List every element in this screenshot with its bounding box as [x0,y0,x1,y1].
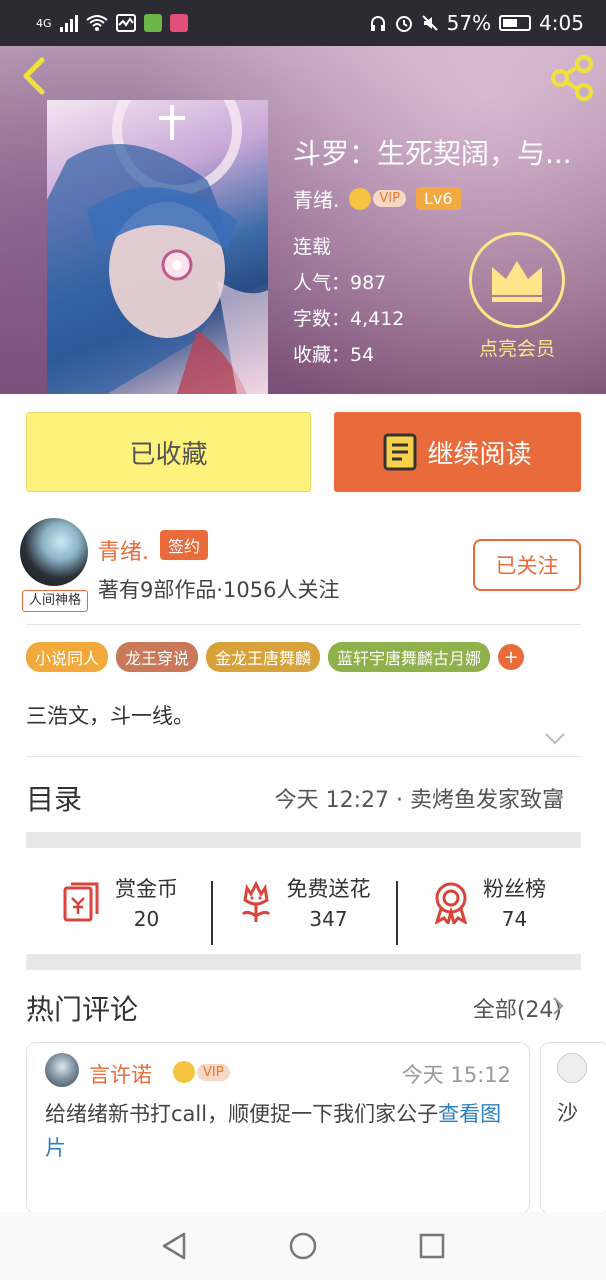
add-tag-button[interactable]: + [498,644,525,670]
tag-list: 小说同人 龙王穿说 金龙王唐舞麟 蓝轩宇唐舞麟古月娜 + [26,642,525,672]
tag-item[interactable]: 金龙王唐舞麟 [206,642,321,672]
app-notification-icon [169,14,188,32]
battery-icon [499,15,532,31]
app-notification-icon [143,14,162,32]
tag-item[interactable]: 龙王穿说 [116,642,199,672]
level-badge: Lv6 [415,187,461,210]
tag-item[interactable]: 蓝轩宇唐舞麟古月娜 [328,642,491,672]
battery-percent: 57% [446,11,492,35]
book-title: 斗罗：生死契阔，与... [293,137,572,170]
send-flower-button[interactable]: 免费送花 347 [211,873,396,945]
recents-nav-icon[interactable] [418,1232,446,1260]
divider [26,624,581,625]
signed-tag: 签约 [160,530,209,560]
toc-latest-chapter[interactable]: 今天 12:27 · 卖烤鱼发家致富 [275,782,564,814]
system-nav-bar [0,1212,606,1280]
toc-label[interactable]: 目录 [26,778,82,818]
author-stats: 著有9部作品·1056人关注 [98,578,340,602]
fan-ranking-button[interactable]: 粉丝榜 74 [396,873,581,945]
chevron-right-icon[interactable] [552,787,564,807]
reader-actions: 赏金币 20 免费送花 347 粉丝榜 74 [26,852,581,952]
red-envelope-icon [63,882,99,922]
divider [26,756,581,757]
author-title-badge: 人间神格 [22,590,88,612]
headphone-icon [370,16,385,31]
book-detail-panel: 已收藏 继续阅读 人间神格 青绪. 签约 著有9部作品·1056人关注 已关注 … [0,394,606,1214]
back-nav-icon[interactable] [160,1231,188,1261]
stat-name: 免费送花 [286,877,371,901]
stat-value: 20 [133,907,160,931]
book-cover[interactable] [47,100,268,394]
book-author-line: 青绪. VIP Lv6 [293,184,461,213]
tag-item[interactable]: 小说同人 [26,642,109,672]
chevron-right-icon[interactable] [552,996,564,1016]
stat-name: 粉丝榜 [483,877,546,901]
stat-value: 347 [309,907,348,931]
commenter-name[interactable]: 言许诺 [89,1059,152,1089]
author-avatar[interactable] [20,518,88,586]
continue-reading-label: 继续阅读 [427,439,532,470]
hot-comments-title: 热门评论 [26,993,139,1026]
clock: 4:05 [539,11,584,35]
follow-button[interactable]: 已关注 [473,539,581,591]
member-button[interactable]: 点亮会员 [462,232,572,361]
comment-time: 今天 15:12 [401,1063,511,1087]
author-name[interactable]: 青绪. [98,534,149,566]
book-favorites: 收藏：54 [293,344,375,366]
stat-value: 74 [501,907,528,931]
comment-text: 沙 [557,1101,578,1125]
alarm-icon [395,16,412,32]
reward-coins-button[interactable]: 赏金币 20 [26,873,211,931]
back-icon[interactable] [16,54,56,98]
book-author[interactable]: 青绪. [293,184,339,213]
activity-icon [115,14,136,32]
vip-badge: VIP [349,187,406,210]
crown-icon [349,187,372,210]
comment-card[interactable]: 言许诺 VIP 今天 15:12 给绪绪新书打call，顺便捉一下我们家公子查看… [26,1042,530,1214]
commenter-avatar[interactable] [557,1053,587,1083]
wifi-icon [85,15,108,31]
comment-card[interactable]: 沙 [540,1042,606,1214]
book-header: 斗罗：生死契阔，与... 青绪. VIP Lv6 连载 人气：987 字数：4,… [0,46,606,394]
medal-icon [434,882,468,924]
mute-icon [421,15,438,31]
vip-badge: VIP [173,1061,230,1083]
crown-icon [173,1061,195,1083]
book-word-count: 字数：4,412 [293,308,405,330]
all-comments-link[interactable]: 全部(24) [473,992,562,1024]
signal-icon [59,14,78,32]
commenter-avatar[interactable] [45,1053,79,1087]
comment-text: 给绪绪新书打call，顺便捉一下我们家公子查看图片 [45,1102,502,1160]
book-intro: 三浩文，斗一线。 [26,704,194,728]
book-status: 连载 [293,236,332,258]
collected-button[interactable]: 已收藏 [26,412,311,492]
share-icon[interactable] [548,54,596,102]
home-nav-icon[interactable] [288,1231,318,1261]
book-popularity: 人气：987 [293,272,387,294]
status-bar: 4G 57% 4:05 [0,0,606,46]
flower-icon [241,880,270,922]
member-label: 点亮会员 [478,338,555,360]
crown-icon [492,261,542,302]
stat-name: 赏金币 [115,877,178,901]
section-separator [26,954,581,970]
book-icon [383,433,417,471]
section-separator [26,832,581,848]
continue-reading-button[interactable]: 继续阅读 [334,412,581,492]
chevron-down-icon[interactable] [544,732,566,746]
network-label: 4G [36,16,52,30]
